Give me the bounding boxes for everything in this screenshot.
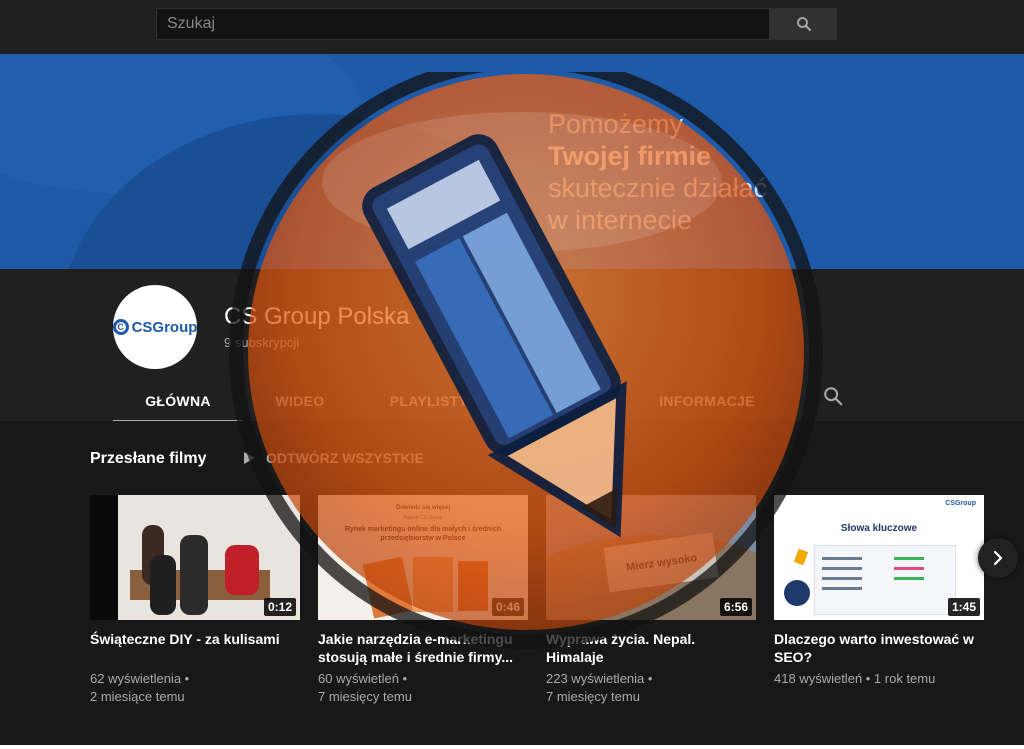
chevron-right-icon xyxy=(993,550,1003,566)
banner-line: skutecznie działać xyxy=(548,173,768,203)
thumb-logo: CSGroup xyxy=(945,500,976,507)
thumb-caption: Słowa kluczowe xyxy=(840,523,918,534)
tab-home[interactable]: GŁÓWNA xyxy=(113,382,243,423)
play-icon xyxy=(244,452,255,464)
video-duration: 0:46 xyxy=(491,598,524,616)
tab-playlists[interactable]: PLAYLISTY xyxy=(357,382,501,420)
video-meta: 223 wyświetlenia • 7 miesięcy temu xyxy=(546,670,756,706)
video-views: 62 wyświetlenia • xyxy=(90,671,190,686)
section-title: Przesłane filmy xyxy=(90,450,207,467)
thumb-letterbox xyxy=(90,495,118,620)
video-duration: 6:56 xyxy=(719,598,752,616)
thumb-decoration xyxy=(793,548,809,566)
thumb-caption: Dowiedz się więcej xyxy=(395,505,451,511)
search-button[interactable] xyxy=(770,8,837,40)
video-thumbnail[interactable]: 0:12 xyxy=(90,495,300,620)
channel-name: CS Group Polska xyxy=(224,303,410,330)
thumb-row xyxy=(894,577,924,580)
search-icon xyxy=(824,387,843,406)
banner-line: w internecie xyxy=(548,205,693,235)
video-meta: 62 wyświetlenia • 2 miesiące temu xyxy=(90,670,300,706)
video-title[interactable]: Jakie narzędzia e-marketingu stosują mał… xyxy=(318,630,528,666)
video-meta: 418 wyświetleń • 1 rok temu xyxy=(774,670,984,688)
thumb-person xyxy=(225,545,259,595)
thumb-caption: Rynek marketingu online dla małych i śre… xyxy=(344,526,502,542)
video-thumbnail[interactable]: Mierz wysoko 6:56 xyxy=(546,495,756,620)
banner-text: Pomożemy Twojej firmie skutecznie działa… xyxy=(548,108,767,236)
video-views: 418 wyświetleń • 1 rok temu xyxy=(774,671,936,686)
thumb-row xyxy=(822,587,862,590)
video-duration: 0:12 xyxy=(263,598,296,616)
thumb-report xyxy=(413,557,453,612)
play-all-label: ODTWÓRZ WSZYSTKIE xyxy=(266,450,424,466)
video-card[interactable]: CSGroup Słowa kluczowe 1:45 Dlaczego war… xyxy=(774,495,984,688)
video-thumbnail[interactable]: CSGroup Słowa kluczowe 1:45 xyxy=(774,495,984,620)
search-box[interactable] xyxy=(156,8,770,40)
video-views: 223 wyświetlenia • xyxy=(546,671,653,686)
video-meta: 60 wyświetleń • 7 miesięcy temu xyxy=(318,670,528,706)
banner-line: Pomożemy xyxy=(548,109,684,139)
channel-avatar[interactable]: C CSGroup xyxy=(112,285,198,369)
video-title[interactable]: Wyprawa życia. Nepal. Himalaje xyxy=(546,630,756,666)
channel-logo: C CSGroup xyxy=(112,318,198,336)
video-age: 2 miesiące temu xyxy=(90,689,185,704)
video-title[interactable]: Dlaczego warto inwestować w SEO? xyxy=(774,630,984,666)
video-duration: 1:45 xyxy=(947,598,980,616)
bottom-border xyxy=(0,745,1024,749)
channel-search-button[interactable] xyxy=(822,385,844,407)
logo-text: CSGroup xyxy=(131,318,198,336)
thumb-table xyxy=(814,545,956,615)
tab-about[interactable]: INFORMACJE xyxy=(631,382,783,420)
thumb-person xyxy=(150,555,176,615)
channel-banner: Pomożemy Twojej firmie skutecznie działa… xyxy=(0,54,1024,269)
thumb-report xyxy=(458,561,488,611)
thumb-row xyxy=(822,557,862,560)
thumb-badge xyxy=(784,580,810,606)
thumb-row xyxy=(822,567,862,570)
thumb-caption: Raport CS Group xyxy=(403,515,443,521)
video-thumbnail[interactable]: Dowiedz się więcej Raport CS Group Rynek… xyxy=(318,495,528,620)
thumb-row xyxy=(822,577,862,580)
banner-line: Twojej firmie xyxy=(548,141,712,171)
video-age: 7 miesięcy temu xyxy=(546,689,640,704)
search-input[interactable] xyxy=(157,9,769,39)
video-card[interactable]: 0:12 Świąteczne DIY - za kulisami 62 wyś… xyxy=(90,495,300,706)
thumb-report xyxy=(362,556,414,619)
video-views: 60 wyświetleń • xyxy=(318,671,408,686)
search-icon xyxy=(796,17,811,31)
thumb-row xyxy=(894,557,924,560)
video-title[interactable]: Świąteczne DIY - za kulisami xyxy=(90,630,300,666)
subscriber-count: 9 subskrypcji xyxy=(224,335,300,350)
logo-icon: C xyxy=(112,319,129,335)
tab-videos[interactable]: WIDEO xyxy=(243,382,357,420)
tab-channels[interactable]: KANAŁY xyxy=(501,382,631,420)
video-card[interactable]: Mierz wysoko 6:56 Wyprawa życia. Nepal. … xyxy=(546,495,756,706)
next-videos-button[interactable] xyxy=(978,538,1018,578)
thumb-row xyxy=(894,567,924,570)
thumb-person xyxy=(180,535,208,615)
play-all-button[interactable]: ODTWÓRZ WSZYSTKIE xyxy=(242,450,424,466)
video-card[interactable]: Dowiedz się więcej Raport CS Group Rynek… xyxy=(318,495,528,706)
video-age: 7 miesięcy temu xyxy=(318,689,412,704)
